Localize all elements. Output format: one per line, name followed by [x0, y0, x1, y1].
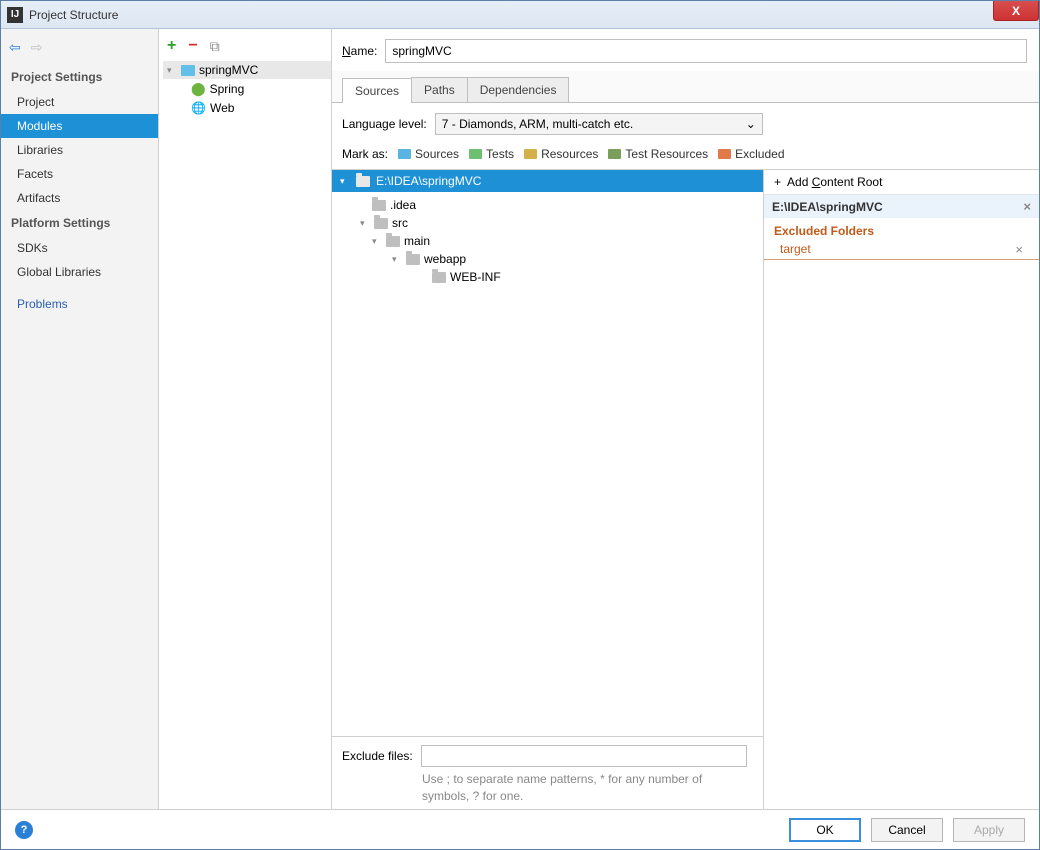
facet-node-web[interactable]: 🌐 Web — [163, 99, 331, 117]
chevron-down-icon[interactable]: ▾ — [392, 254, 402, 265]
tests-swatch-icon — [469, 149, 482, 159]
sidebar-item-project[interactable]: Project — [1, 90, 158, 114]
sidebar-item-problems[interactable]: Problems — [1, 292, 158, 316]
titlebar[interactable]: IJ Project Structure X — [1, 1, 1039, 29]
dir-row[interactable]: WEB-INF — [336, 268, 759, 286]
sidebar-item-facets[interactable]: Facets — [1, 162, 158, 186]
chevron-down-icon[interactable]: ▾ — [167, 65, 177, 76]
exclude-files-input[interactable] — [421, 745, 747, 767]
test-resources-swatch-icon — [608, 149, 621, 159]
remove-module-icon[interactable]: − — [188, 37, 197, 55]
sidebar-item-artifacts[interactable]: Artifacts — [1, 186, 158, 210]
folder-icon — [406, 254, 420, 265]
dir-row[interactable]: ▾ webapp — [336, 250, 759, 268]
facet-label: Web — [210, 101, 234, 115]
sidebar-item-sdks[interactable]: SDKs — [1, 236, 158, 260]
folder-icon — [374, 218, 388, 229]
module-node-springmvc[interactable]: ▾ springMVC — [163, 61, 331, 79]
name-label: Name: — [342, 44, 377, 58]
nav-back-icon[interactable]: ⇦ — [9, 39, 21, 56]
facet-node-spring[interactable]: ⬤ Spring — [163, 79, 331, 99]
excluded-folders-heading: Excluded Folders — [764, 218, 1039, 240]
exclude-files-hint: Use ; to separate name patterns, * for a… — [342, 767, 751, 805]
module-name-input[interactable] — [385, 39, 1027, 63]
close-button[interactable]: X — [993, 1, 1039, 21]
chevron-down-icon: ⌄ — [746, 117, 756, 131]
folder-icon — [386, 236, 400, 247]
sidebar-item-modules[interactable]: Modules — [1, 114, 158, 138]
sidebar-item-global-libraries[interactable]: Global Libraries — [1, 260, 158, 284]
module-label: springMVC — [199, 63, 258, 77]
remove-root-icon[interactable]: × — [1023, 199, 1031, 214]
exclude-files-section: Exclude files: Use ; to separate name pa… — [332, 736, 763, 809]
language-level-label: Language level: — [342, 117, 427, 131]
window-title: Project Structure — [29, 8, 118, 22]
app-icon: IJ — [7, 7, 23, 23]
chevron-down-icon[interactable]: ▾ — [372, 236, 382, 247]
excluded-folder-label: target — [780, 242, 811, 257]
module-tree-panel: + − ⧉ ▾ springMVC ⬤ Spring 🌐 Web — [159, 29, 332, 809]
mark-tests[interactable]: Tests — [469, 147, 514, 161]
mark-test-resources[interactable]: Test Resources — [608, 147, 708, 161]
dir-label: main — [404, 234, 430, 248]
mark-excluded[interactable]: Excluded — [718, 147, 784, 161]
mark-resources[interactable]: Resources — [524, 147, 598, 161]
add-module-icon[interactable]: + — [167, 37, 176, 55]
dir-row[interactable]: .idea — [336, 196, 759, 214]
content-root-label: E:\IDEA\springMVC — [772, 200, 883, 214]
tab-paths[interactable]: Paths — [411, 77, 468, 102]
facet-label: Spring — [210, 82, 245, 96]
content-root-path: E:\IDEA\springMVC — [376, 174, 481, 188]
add-content-root-button[interactable]: + Add Content Root — [764, 170, 1039, 195]
module-tabs: Sources Paths Dependencies — [332, 71, 1039, 103]
tab-dependencies[interactable]: Dependencies — [467, 77, 570, 102]
apply-button[interactable]: Apply — [953, 818, 1025, 842]
nav-forward-icon[interactable]: ⇨ — [31, 39, 43, 56]
sidebar-item-libraries[interactable]: Libraries — [1, 138, 158, 162]
cancel-button[interactable]: Cancel — [871, 818, 943, 842]
web-icon: 🌐 — [191, 101, 206, 115]
plus-icon: + — [774, 175, 781, 189]
mark-sources[interactable]: Sources — [398, 147, 459, 161]
chevron-down-icon[interactable]: ▾ — [360, 218, 370, 229]
exclude-files-label: Exclude files: — [342, 749, 413, 763]
dir-label: webapp — [424, 252, 466, 266]
content-root-row[interactable]: ▾ E:\IDEA\springMVC — [332, 170, 763, 192]
sidebar-heading-project-settings: Project Settings — [1, 64, 158, 90]
spring-icon: ⬤ — [191, 81, 206, 97]
dir-row[interactable]: ▾ src — [336, 214, 759, 232]
language-level-value: 7 - Diamonds, ARM, multi-catch etc. — [442, 117, 633, 131]
sources-swatch-icon — [398, 149, 411, 159]
tab-sources[interactable]: Sources — [342, 78, 412, 103]
excluded-folder-item[interactable]: target × — [764, 240, 1039, 260]
dir-label: src — [392, 216, 408, 230]
content-root-entry[interactable]: E:\IDEA\springMVC × — [764, 195, 1039, 218]
module-editor-panel: Name: Sources Paths Dependencies Languag… — [332, 29, 1039, 809]
resources-swatch-icon — [524, 149, 537, 159]
module-icon — [181, 65, 195, 76]
dir-row[interactable]: ▾ main — [336, 232, 759, 250]
folder-icon — [356, 176, 370, 187]
sidebar-heading-platform-settings: Platform Settings — [1, 210, 158, 236]
language-level-select[interactable]: 7 - Diamonds, ARM, multi-catch etc. ⌄ — [435, 113, 763, 135]
project-structure-dialog: IJ Project Structure X ⇦ ⇨ Project Setti… — [0, 0, 1040, 850]
directory-tree-panel: ▾ E:\IDEA\springMVC .idea ▾ src — [332, 170, 764, 809]
copy-module-icon[interactable]: ⧉ — [210, 38, 220, 55]
chevron-down-icon[interactable]: ▾ — [340, 176, 350, 187]
excluded-swatch-icon — [718, 149, 731, 159]
dialog-footer: ? OK Cancel Apply — [1, 809, 1039, 849]
ok-button[interactable]: OK — [789, 818, 861, 842]
content-roots-panel: + Add Content Root E:\IDEA\springMVC × E… — [764, 170, 1039, 809]
help-icon[interactable]: ? — [15, 821, 33, 839]
dir-label: WEB-INF — [450, 270, 501, 284]
settings-sidebar: ⇦ ⇨ Project Settings Project Modules Lib… — [1, 29, 159, 809]
remove-excluded-icon[interactable]: × — [1015, 242, 1023, 257]
dir-label: .idea — [390, 198, 416, 212]
folder-icon — [372, 200, 386, 211]
folder-icon — [432, 272, 446, 283]
mark-as-label: Mark as: — [342, 147, 388, 161]
